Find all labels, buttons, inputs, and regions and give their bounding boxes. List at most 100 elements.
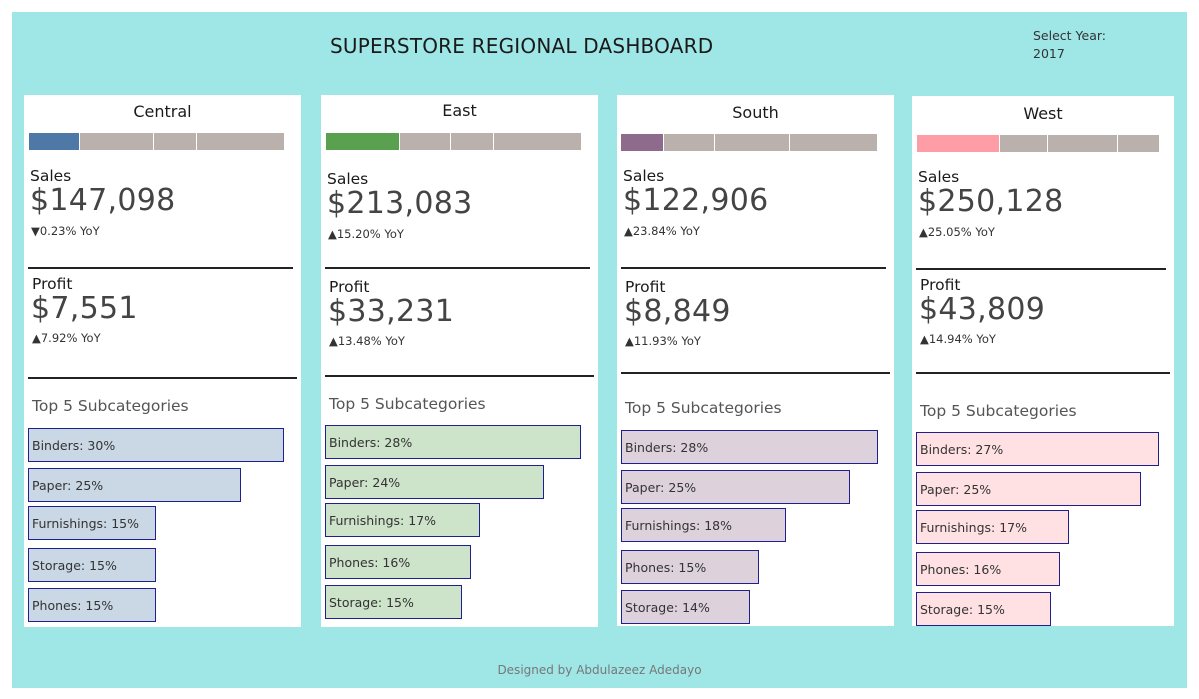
share-segment-south[interactable] [621, 134, 664, 151]
region-title: South [732, 103, 779, 122]
year-filter-label: Select Year: [1033, 28, 1106, 43]
subcategory-label: Phones: 15% [32, 598, 114, 613]
subcategory-label: Storage: 15% [920, 602, 1005, 617]
region-panel-south: South Sales $122,906 ▲23.84% YoY Profit $8,84… [617, 95, 894, 626]
profit-divider [621, 372, 890, 374]
subcategories-title: Top 5 Subcategories [920, 402, 1077, 420]
region-panel-west: West Sales $250,128 ▲25.05% YoY Profit $43,80… [912, 96, 1174, 626]
subcategory-bar[interactable]: Binders: 30% [28, 428, 284, 462]
subcategory-bar[interactable]: Phones: 15% [621, 550, 759, 584]
subcategory-label: Furnishings: 18% [625, 518, 732, 533]
subcategory-bar[interactable]: Furnishings: 15% [28, 506, 156, 540]
profit-yoy: ▲13.48% YoY [329, 334, 405, 348]
sales-value: $147,098 [30, 183, 176, 218]
subcategory-bar[interactable]: Furnishings: 18% [621, 508, 787, 542]
sales-divider [916, 268, 1166, 270]
share-segment-central[interactable] [29, 133, 81, 150]
sales-value: $250,128 [918, 184, 1064, 219]
share-segment-east[interactable] [1048, 135, 1119, 152]
profit-value: $33,231 [328, 294, 455, 329]
subcategory-label: Phones: 15% [625, 560, 707, 575]
share-segment-west[interactable] [196, 133, 284, 150]
sales-share-strip[interactable] [917, 135, 1159, 152]
subcategory-bar[interactable]: Binders: 27% [916, 432, 1159, 466]
profit-yoy: ▲14.94% YoY [920, 332, 996, 346]
subcategory-label: Phones: 16% [920, 562, 1002, 577]
share-segment-east[interactable] [715, 134, 790, 151]
share-segment-east[interactable] [80, 133, 155, 150]
subcategory-bar[interactable]: Binders: 28% [621, 430, 878, 464]
subcategory-label: Paper: 24% [329, 475, 401, 490]
subcategory-label: Binders: 28% [625, 440, 709, 455]
subcategory-label: Binders: 30% [32, 438, 116, 453]
subcategory-bar[interactable]: Furnishings: 17% [325, 503, 481, 537]
subcategories-title: Top 5 Subcategories [329, 395, 486, 413]
region-title: East [442, 101, 477, 120]
subcategory-label: Furnishings: 17% [920, 520, 1027, 535]
subcategory-bar[interactable]: Paper: 25% [621, 470, 851, 504]
dashboard-title: SUPERSTORE REGIONAL DASHBOARD [330, 34, 714, 58]
share-segment-west[interactable] [917, 135, 1000, 152]
profit-divider [325, 375, 594, 377]
profit-yoy: ▲7.92% YoY [32, 331, 101, 345]
subcategory-bar[interactable]: Storage: 14% [621, 590, 750, 624]
sales-yoy: ▲23.84% YoY [624, 224, 700, 238]
subcategory-bar[interactable]: Phones: 16% [325, 545, 472, 579]
subcategory-bar[interactable]: Phones: 16% [916, 552, 1060, 586]
share-segment-west[interactable] [789, 134, 877, 151]
subcategory-label: Paper: 25% [32, 478, 104, 493]
profit-value: $7,551 [31, 291, 138, 326]
profit-value: $43,809 [919, 292, 1046, 327]
subcategory-label: Phones: 16% [329, 555, 411, 570]
sales-share-strip[interactable] [621, 134, 877, 151]
sales-share-strip[interactable] [29, 133, 284, 150]
region-panel-central: Central Sales $147,098 ▼0.23% YoY Profit $7,5… [24, 95, 301, 627]
subcategory-label: Storage: 15% [329, 595, 414, 610]
year-filter-value[interactable]: 2017 [1033, 46, 1065, 61]
subcategory-bar[interactable]: Binders: 28% [325, 425, 581, 459]
sales-value: $213,083 [327, 186, 473, 221]
designer-credit: Designed by Abdulazeez Adedayo [497, 663, 702, 677]
share-segment-central[interactable] [663, 134, 716, 151]
subcategory-label: Paper: 25% [625, 480, 697, 495]
subcategories-title: Top 5 Subcategories [625, 399, 782, 417]
sales-share-strip[interactable] [326, 133, 581, 150]
sales-divider [621, 267, 886, 269]
share-segment-south[interactable] [1118, 135, 1159, 152]
subcategory-bar[interactable]: Phones: 15% [28, 588, 156, 622]
subcategory-bar[interactable]: Paper: 25% [916, 472, 1141, 506]
share-segment-south[interactable] [451, 133, 494, 150]
subcategory-label: Binders: 28% [329, 435, 413, 450]
sales-yoy: ▼0.23% YoY [31, 224, 100, 238]
subcategory-bar[interactable]: Storage: 15% [916, 592, 1051, 626]
sales-divider [325, 267, 590, 269]
subcategory-label: Binders: 27% [920, 442, 1004, 457]
subcategory-bar[interactable]: Paper: 25% [28, 468, 242, 502]
subcategories-title: Top 5 Subcategories [32, 397, 189, 415]
region-title: Central [133, 102, 192, 121]
profit-divider [28, 377, 297, 379]
share-segment-central[interactable] [400, 133, 452, 150]
subcategory-label: Furnishings: 15% [32, 516, 139, 531]
subcategory-bar[interactable]: Paper: 24% [325, 465, 545, 499]
share-segment-west[interactable] [493, 133, 581, 150]
subcategory-label: Furnishings: 17% [329, 513, 436, 528]
region-panel-east: East Sales $213,083 ▲15.20% YoY Profit $33,23… [321, 95, 598, 627]
subcategory-label: Storage: 15% [32, 558, 117, 573]
sales-yoy: ▲15.20% YoY [328, 227, 404, 241]
share-segment-central[interactable] [999, 135, 1049, 152]
sales-yoy: ▲25.05% YoY [919, 225, 995, 239]
profit-yoy: ▲11.93% YoY [625, 334, 701, 348]
sales-divider [28, 267, 293, 269]
profit-value: $8,849 [624, 294, 731, 329]
subcategory-label: Paper: 25% [920, 482, 992, 497]
profit-divider [916, 372, 1170, 374]
subcategory-bar[interactable]: Storage: 15% [325, 585, 463, 619]
subcategory-bar[interactable]: Storage: 15% [28, 548, 156, 582]
subcategory-label: Storage: 14% [625, 600, 710, 615]
share-segment-east[interactable] [326, 133, 401, 150]
subcategory-bar[interactable]: Furnishings: 17% [916, 510, 1069, 544]
sales-value: $122,906 [623, 183, 769, 218]
dashboard: SUPERSTORE REGIONAL DASHBOARD Select Yea… [12, 12, 1187, 688]
share-segment-south[interactable] [154, 133, 197, 150]
